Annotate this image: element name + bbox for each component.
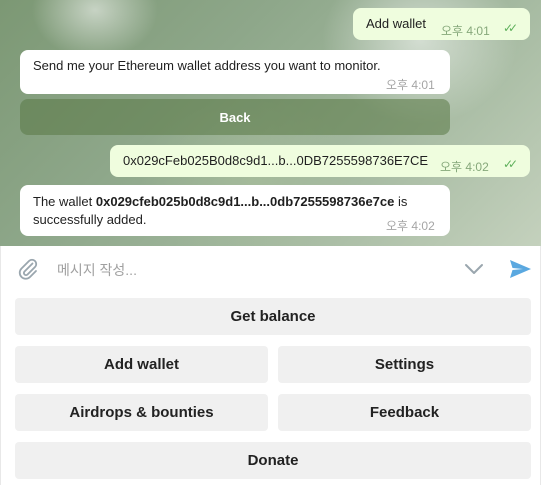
keyboard-button-airdrops[interactable]: Airdrops & bounties	[15, 394, 268, 431]
inline-back-label: Back	[219, 109, 251, 125]
keyboard-button-label: Add wallet	[103, 356, 179, 373]
chevron-down-icon[interactable]	[463, 260, 485, 278]
outgoing-message: 0x029cFeb025B0d8c9d1...b...0DB7255598736…	[110, 145, 530, 177]
message-text: 0x029cFeb025B0d8c9d1...b...0DB7255598736…	[123, 153, 429, 168]
send-icon[interactable]	[507, 256, 533, 282]
keyboard-button-donate[interactable]: Donate	[15, 442, 531, 479]
keyboard-button-settings[interactable]: Settings	[278, 346, 531, 383]
wallet-address: 0x029cfeb025b0d8c9d1...b...0db7255598736…	[95, 194, 395, 209]
message-composer: 메시지 작성...	[0, 246, 541, 292]
incoming-message: Send me your Ethereum wallet address you…	[20, 50, 450, 94]
message-input[interactable]: 메시지 작성...	[57, 260, 137, 280]
message-text: Send me your Ethereum wallet address you…	[33, 58, 381, 73]
double-check-icon: ✓✓	[503, 21, 518, 35]
keyboard-button-get-balance[interactable]: Get balance	[15, 298, 531, 335]
message-time: 오후 4:02	[386, 219, 435, 233]
message-time: 오후 4:02	[440, 160, 489, 174]
inline-back-button[interactable]: Back	[20, 99, 450, 135]
keyboard-button-label: Settings	[374, 356, 435, 373]
keyboard-button-label: Feedback	[369, 404, 440, 421]
message-text: The wallet 0x029cfeb025b0d8c9d1...b...0d…	[33, 193, 433, 229]
keyboard-button-label: Donate	[247, 452, 299, 469]
keyboard-button-add-wallet[interactable]: Add wallet	[15, 346, 268, 383]
message-time: 오후 4:01	[441, 24, 490, 38]
incoming-message: The wallet 0x029cfeb025b0d8c9d1...b...0d…	[20, 185, 450, 236]
keyboard-button-label: Airdrops & bounties	[69, 404, 214, 421]
message-text: Add wallet	[366, 16, 426, 31]
message-suffix: is	[394, 194, 408, 209]
keyboard-button-label: Get balance	[230, 308, 316, 325]
double-check-icon: ✓✓	[503, 157, 518, 171]
outgoing-message: Add wallet 오후 4:01 ✓✓	[353, 8, 530, 40]
message-time: 오후 4:01	[386, 78, 435, 92]
keyboard-button-feedback[interactable]: Feedback	[278, 394, 531, 431]
chat-history: Add wallet 오후 4:01 ✓✓ Send me your Ether…	[0, 0, 541, 246]
reply-keyboard: Get balance Add wallet Settings Airdrops…	[0, 292, 541, 485]
message-prefix: The wallet	[33, 194, 96, 209]
message-suffix-line2: successfully added.	[33, 212, 147, 227]
attach-icon[interactable]	[16, 257, 40, 281]
